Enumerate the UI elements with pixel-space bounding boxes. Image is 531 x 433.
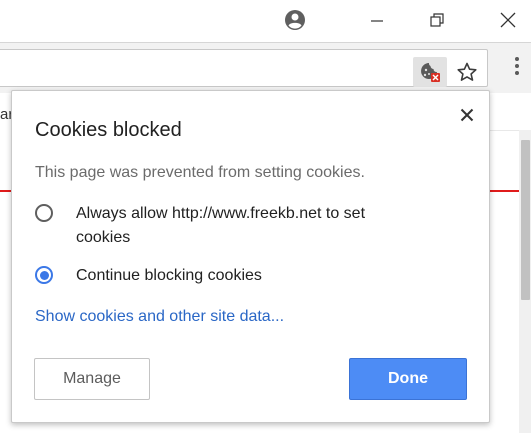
show-cookies-link[interactable]: Show cookies and other site data...: [35, 308, 284, 326]
option-continue-blocking[interactable]: Continue blocking cookies: [35, 264, 416, 288]
bubble-title: Cookies blocked: [35, 119, 182, 141]
minimize-icon: [371, 20, 383, 22]
radio-selected-dot: [39, 270, 49, 280]
bookmark-star-icon: [457, 62, 477, 81]
bookmark-star-button[interactable]: [452, 57, 482, 87]
close-icon: [500, 12, 516, 28]
done-button[interactable]: Done: [349, 358, 467, 400]
option-label: Always allow http://www.freekb.net to se…: [76, 205, 366, 246]
browser-toolbar: [0, 42, 531, 93]
address-bar[interactable]: [0, 49, 488, 87]
cookies-blocked-bubble: Cookies blocked This page was prevented …: [11, 90, 490, 423]
profile-button[interactable]: [272, 0, 318, 40]
bubble-close-button[interactable]: [455, 103, 479, 127]
window-close-button[interactable]: [485, 0, 531, 40]
cookie-blocked-icon: [421, 63, 440, 82]
restore-icon: [430, 13, 444, 27]
cookie-blocked-button[interactable]: [413, 57, 447, 87]
radio-always-allow[interactable]: [35, 204, 53, 222]
radio-continue-blocking[interactable]: [35, 266, 53, 284]
profile-icon: [285, 10, 305, 30]
bubble-message: This page was prevented from setting coo…: [35, 164, 365, 181]
window-titlebar: [0, 0, 531, 42]
restore-button[interactable]: [414, 0, 460, 40]
page-red-rule: [489, 190, 519, 192]
scrollbar-thumb[interactable]: [521, 140, 530, 300]
option-always-allow[interactable]: Always allow http://www.freekb.net to se…: [35, 202, 416, 250]
minimize-button[interactable]: [354, 0, 400, 40]
option-label: Continue blocking cookies: [76, 267, 262, 284]
manage-button[interactable]: Manage: [34, 358, 150, 400]
page-divider: [489, 130, 519, 131]
browser-menu-button[interactable]: [507, 51, 527, 81]
menu-icon: [515, 57, 519, 75]
close-icon: [460, 108, 474, 122]
